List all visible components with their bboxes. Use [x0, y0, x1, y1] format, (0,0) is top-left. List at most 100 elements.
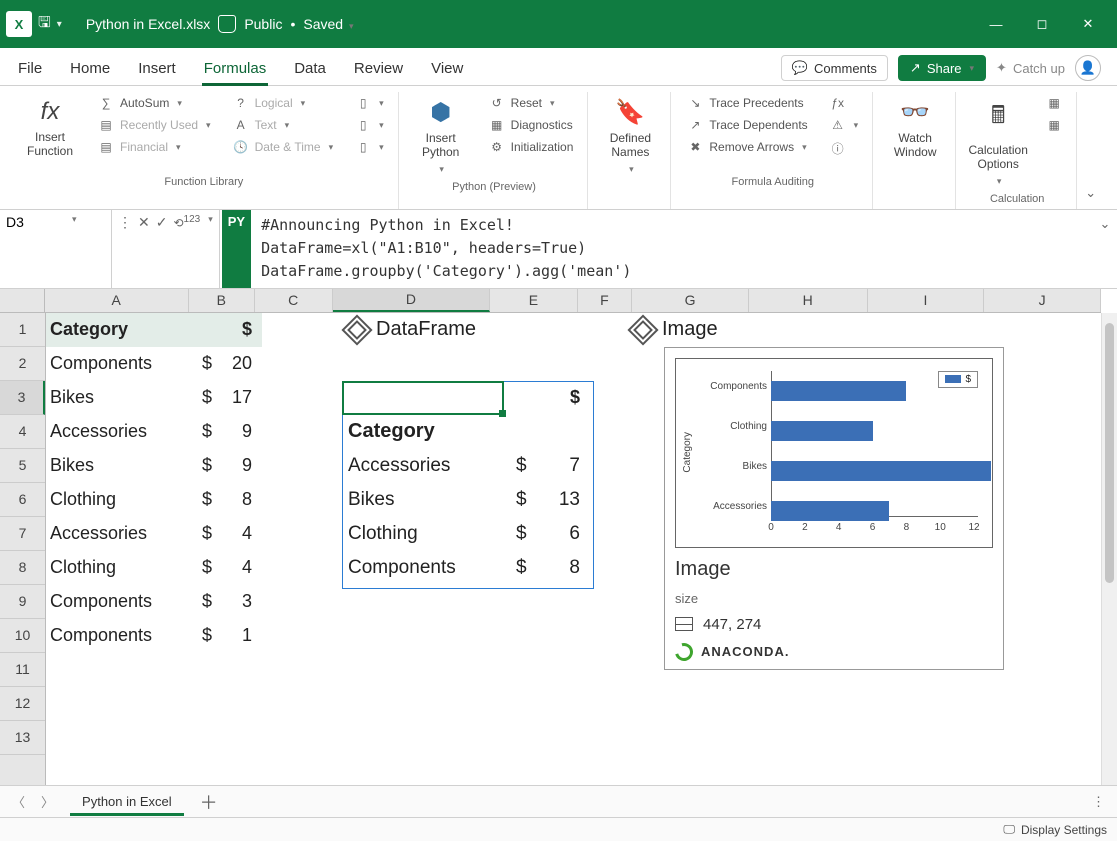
- tab-view[interactable]: View: [429, 52, 465, 85]
- row-header-9[interactable]: 9: [0, 585, 45, 619]
- formula-bar-code[interactable]: #Announcing Python in Excel! DataFrame=x…: [251, 210, 1093, 288]
- vertical-scrollbar[interactable]: [1101, 313, 1117, 785]
- calculation-options-button[interactable]: 🖩 Calculation Options ▾: [968, 94, 1028, 191]
- trace-dependents-button[interactable]: ↗Trace Dependents: [683, 116, 811, 134]
- cell-a6[interactable]: Clothing: [50, 483, 190, 517]
- window-minimize-button[interactable]: —: [973, 0, 1019, 48]
- error-checking-button[interactable]: ⚠▾: [826, 116, 863, 134]
- df-cat-0[interactable]: Accessories: [348, 449, 450, 483]
- account-button[interactable]: 👤: [1075, 55, 1101, 81]
- row-header-1[interactable]: 1: [0, 313, 45, 347]
- row-header-3[interactable]: 3: [0, 381, 45, 415]
- tab-insert[interactable]: Insert: [136, 52, 178, 85]
- qat-customize-icon[interactable]: ▾: [57, 19, 62, 30]
- column-header-e[interactable]: E: [490, 289, 578, 312]
- more-functions-3[interactable]: ▯▾: [351, 138, 388, 156]
- financial-button[interactable]: ▤Financial▾: [94, 138, 215, 156]
- column-header-i[interactable]: I: [868, 289, 985, 312]
- image-card[interactable]: Category $ ComponentsClothingBikesAccess…: [664, 347, 1004, 670]
- column-header-b[interactable]: B: [189, 289, 255, 312]
- df-val-0[interactable]: 7: [536, 449, 586, 483]
- name-box-input[interactable]: [6, 214, 66, 230]
- text-button[interactable]: AText▾: [229, 116, 338, 134]
- catch-up-button[interactable]: ✦ Catch up: [996, 60, 1065, 76]
- cell-a10[interactable]: Components: [50, 619, 190, 653]
- collapse-ribbon-button[interactable]: ⌄: [1079, 92, 1102, 209]
- tab-data[interactable]: Data: [292, 52, 328, 85]
- row-header-11[interactable]: 11: [0, 653, 45, 687]
- recently-used-button[interactable]: ▤Recently Used▾: [94, 116, 215, 134]
- trace-precedents-button[interactable]: ↘Trace Precedents: [683, 94, 811, 112]
- sheet-options-button[interactable]: ⋮: [1092, 794, 1105, 810]
- logical-button[interactable]: ?Logical▾: [229, 94, 338, 112]
- cell-a9[interactable]: Components: [50, 585, 190, 619]
- cell-a8[interactable]: Clothing: [50, 551, 190, 585]
- df-val-3[interactable]: 8: [536, 551, 586, 585]
- column-header-j[interactable]: J: [984, 289, 1101, 312]
- column-header-a[interactable]: A: [45, 289, 189, 312]
- cell-b7[interactable]: 4: [220, 517, 256, 551]
- chevron-down-icon[interactable]: ▾: [72, 214, 77, 225]
- more-functions-1[interactable]: ▯▾: [351, 94, 388, 112]
- row-header-12[interactable]: 12: [0, 687, 45, 721]
- window-maximize-button[interactable]: ◻: [1019, 0, 1065, 48]
- row-header-5[interactable]: 5: [0, 449, 45, 483]
- cell-b8[interactable]: 4: [220, 551, 256, 585]
- cell-a3[interactable]: Bikes: [50, 381, 190, 415]
- tab-home[interactable]: Home: [68, 52, 112, 85]
- image-header[interactable]: Image: [632, 313, 718, 347]
- reset-button[interactable]: ↺Reset▾: [485, 94, 578, 112]
- cell-b1[interactable]: $: [194, 313, 258, 347]
- name-box[interactable]: ▾: [0, 210, 112, 288]
- defined-names-button[interactable]: 🔖 Defined Names ▾: [600, 94, 660, 179]
- tab-review[interactable]: Review: [352, 52, 405, 85]
- diagnostics-button[interactable]: ▦Diagnostics: [485, 116, 578, 134]
- python-toggle-icon[interactable]: ⟲123: [173, 214, 200, 230]
- column-header-d[interactable]: D: [333, 289, 491, 312]
- cell-a4[interactable]: Accessories: [50, 415, 190, 449]
- expand-formula-bar-button[interactable]: ⌄: [1093, 210, 1117, 288]
- calculate-sheet-button[interactable]: ▦: [1042, 116, 1066, 134]
- cell-b5[interactable]: 9: [220, 449, 256, 483]
- select-all-corner[interactable]: [0, 289, 45, 312]
- calculate-now-button[interactable]: ▦: [1042, 94, 1066, 112]
- initialization-button[interactable]: ⚙Initialization: [485, 138, 578, 156]
- watch-window-button[interactable]: 👓 Watch Window: [885, 94, 945, 164]
- column-header-c[interactable]: C: [255, 289, 333, 312]
- worksheet-grid[interactable]: ABCDEFGHIJ 12345678910111213 Category $ …: [0, 289, 1117, 785]
- row-header-10[interactable]: 10: [0, 619, 45, 653]
- cell-a5[interactable]: Bikes: [50, 449, 190, 483]
- cell-b10[interactable]: 1: [220, 619, 256, 653]
- dataframe-header[interactable]: DataFrame: [346, 313, 476, 347]
- column-header-h[interactable]: H: [749, 289, 868, 312]
- cell-b2[interactable]: 20: [220, 347, 256, 381]
- cell-b4[interactable]: 9: [220, 415, 256, 449]
- insert-function-button[interactable]: fx Insert Function: [20, 94, 80, 163]
- scrollbar-thumb[interactable]: [1105, 323, 1114, 583]
- df-cat-1[interactable]: Bikes: [348, 483, 394, 517]
- autosum-button[interactable]: ∑AutoSum▾: [94, 94, 215, 112]
- row-header-2[interactable]: 2: [0, 347, 45, 381]
- sheet-nav-next[interactable]: 〉: [41, 792, 54, 811]
- cancel-formula-button[interactable]: ✕: [138, 214, 150, 231]
- df-row-header[interactable]: Category: [348, 415, 435, 449]
- cell-b3[interactable]: 17: [220, 381, 256, 415]
- comments-button[interactable]: 💬 Comments: [781, 55, 888, 81]
- column-header-g[interactable]: G: [632, 289, 749, 312]
- evaluate-formula-button[interactable]: ⓘ: [826, 138, 863, 159]
- row-header-13[interactable]: 13: [0, 721, 45, 755]
- row-header-4[interactable]: 4: [0, 415, 45, 449]
- df-currency-header[interactable]: $: [504, 381, 590, 415]
- save-icon[interactable]: 🖫: [38, 12, 51, 37]
- tab-formulas[interactable]: Formulas: [202, 52, 269, 85]
- share-button[interactable]: ↗ Share ▾: [898, 55, 986, 81]
- cell-a2[interactable]: Components: [50, 347, 190, 381]
- row-header-8[interactable]: 8: [0, 551, 45, 585]
- enter-formula-button[interactable]: ✓: [156, 214, 168, 231]
- cell-a1[interactable]: Category: [50, 313, 190, 347]
- date-time-button[interactable]: 🕓Date & Time▾: [229, 138, 338, 156]
- cell-a7[interactable]: Accessories: [50, 517, 190, 551]
- df-cat-2[interactable]: Clothing: [348, 517, 418, 551]
- tab-file[interactable]: File: [16, 52, 44, 85]
- remove-arrows-button[interactable]: ✖Remove Arrows▾: [683, 138, 811, 156]
